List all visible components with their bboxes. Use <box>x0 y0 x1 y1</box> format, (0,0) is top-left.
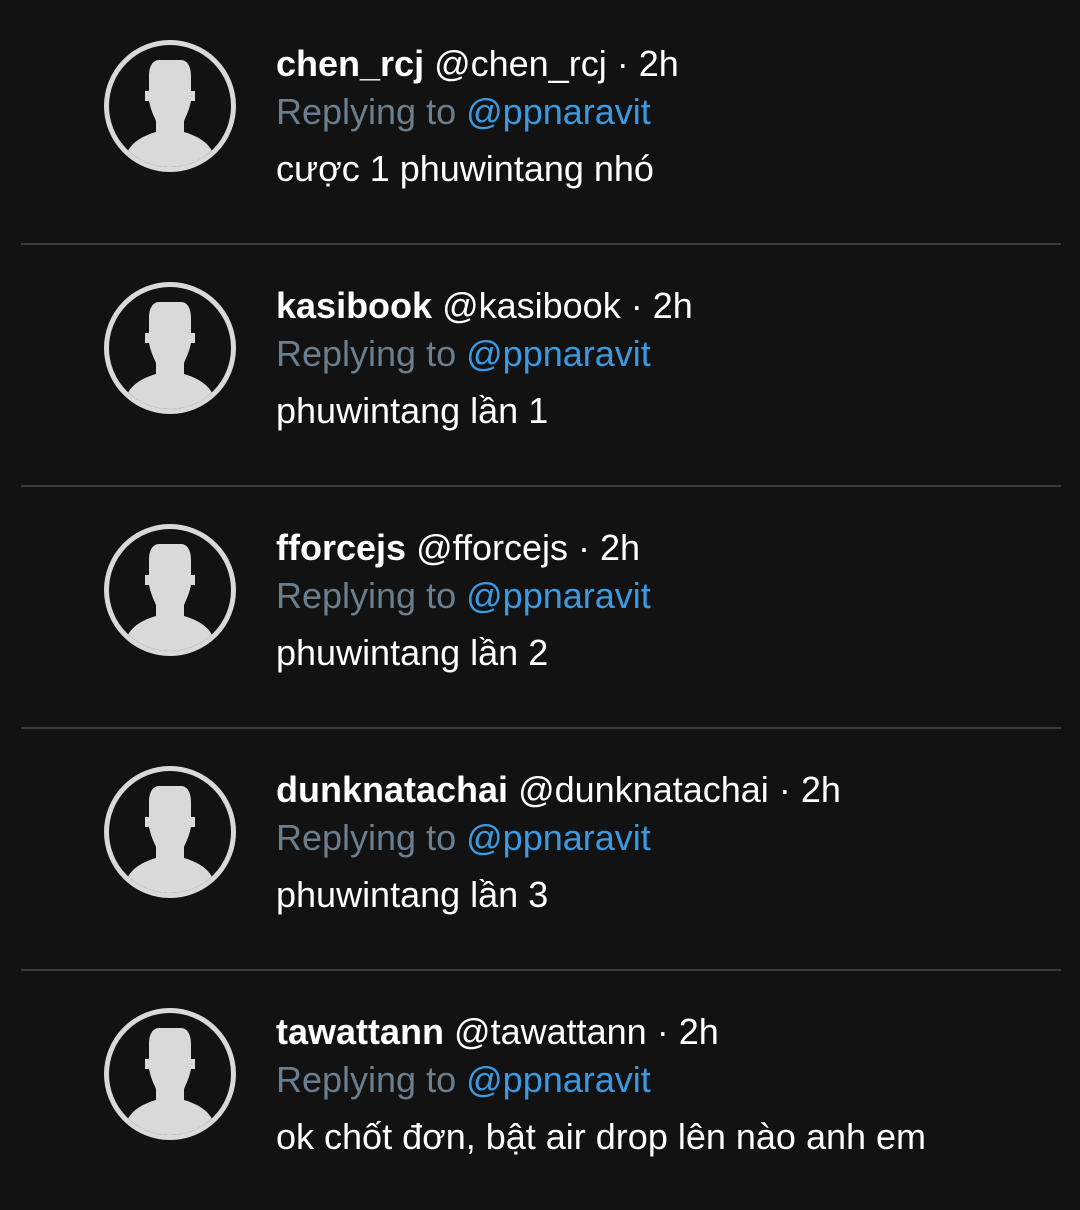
user-handle[interactable]: @fforcejs <box>416 527 568 568</box>
separator-dot: · <box>630 285 643 326</box>
default-profile-silhouette-icon <box>127 786 213 893</box>
timestamp[interactable]: 2h <box>600 527 640 568</box>
display-name[interactable]: tawattann <box>276 1011 444 1052</box>
avatar[interactable] <box>104 40 236 172</box>
reply-item[interactable]: kasibook @kasibook · 2h Replying to @ppn… <box>0 242 1080 487</box>
separator-dot: · <box>656 1011 669 1052</box>
separator-dot: · <box>778 769 791 810</box>
reply-item[interactable]: dunknatachai @dunknatachai · 2h Replying… <box>0 726 1080 971</box>
timestamp[interactable]: 2h <box>653 285 693 326</box>
reply-text: phuwintang lần 2 <box>276 632 549 673</box>
timestamp[interactable]: 2h <box>801 769 841 810</box>
replying-to-label: Replying to <box>276 91 457 132</box>
replying-to-line: Replying to @ppnaravit <box>276 1057 651 1103</box>
default-profile-silhouette-icon <box>127 1028 213 1135</box>
replying-to-line: Replying to @ppnaravit <box>276 331 651 377</box>
mention-link[interactable]: @ppnaravit <box>466 575 651 616</box>
reply-text: cược 1 phuwintang nhó <box>276 148 654 189</box>
default-profile-silhouette-icon <box>127 60 213 167</box>
avatar[interactable] <box>104 766 236 898</box>
avatar[interactable] <box>104 282 236 414</box>
display-name[interactable]: dunknatachai <box>276 769 508 810</box>
timestamp[interactable]: 2h <box>639 43 679 84</box>
reply-item[interactable]: fforcejs @fforcejs · 2h Replying to @ppn… <box>0 484 1080 729</box>
avatar[interactable] <box>104 524 236 656</box>
separator-dot: · <box>616 43 629 84</box>
default-profile-silhouette-icon <box>127 302 213 409</box>
mention-link[interactable]: @ppnaravit <box>466 817 651 858</box>
replying-to-label: Replying to <box>276 1059 457 1100</box>
replying-to-line: Replying to @ppnaravit <box>276 573 651 619</box>
reply-thread: chen_rcj @chen_rcj · 2h Replying to @ppn… <box>0 0 1080 1205</box>
reply-header: dunknatachai @dunknatachai · 2h <box>276 767 841 813</box>
reply-text: phuwintang lần 3 <box>276 874 549 915</box>
reply-header: kasibook @kasibook · 2h <box>276 283 693 329</box>
user-handle[interactable]: @chen_rcj <box>434 43 607 84</box>
user-handle[interactable]: @kasibook <box>442 285 621 326</box>
default-profile-silhouette-icon <box>127 544 213 651</box>
reply-text: phuwintang lần 1 <box>276 390 549 431</box>
replying-to-label: Replying to <box>276 333 457 374</box>
display-name[interactable]: fforcejs <box>276 527 406 568</box>
reply-text: ok chốt đơn, bật air drop lên nào anh em <box>276 1116 927 1157</box>
replying-to-line: Replying to @ppnaravit <box>276 89 651 135</box>
separator-dot: · <box>578 527 591 568</box>
mention-link[interactable]: @ppnaravit <box>466 333 651 374</box>
display-name[interactable]: kasibook <box>276 285 432 326</box>
reply-header: fforcejs @fforcejs · 2h <box>276 525 640 571</box>
mention-link[interactable]: @ppnaravit <box>466 91 651 132</box>
avatar[interactable] <box>104 1008 236 1140</box>
user-handle[interactable]: @tawattann <box>454 1011 647 1052</box>
display-name[interactable]: chen_rcj <box>276 43 424 84</box>
reply-header: chen_rcj @chen_rcj · 2h <box>276 41 679 87</box>
reply-header: tawattann @tawattann · 2h <box>276 1009 719 1055</box>
replying-to-label: Replying to <box>276 817 457 858</box>
reply-item[interactable]: chen_rcj @chen_rcj · 2h Replying to @ppn… <box>0 0 1080 245</box>
mention-link[interactable]: @ppnaravit <box>466 1059 651 1100</box>
timestamp[interactable]: 2h <box>679 1011 719 1052</box>
user-handle[interactable]: @dunknatachai <box>518 769 769 810</box>
replying-to-label: Replying to <box>276 575 457 616</box>
replying-to-line: Replying to @ppnaravit <box>276 815 651 861</box>
reply-item[interactable]: tawattann @tawattann · 2h Replying to @p… <box>0 968 1080 1210</box>
